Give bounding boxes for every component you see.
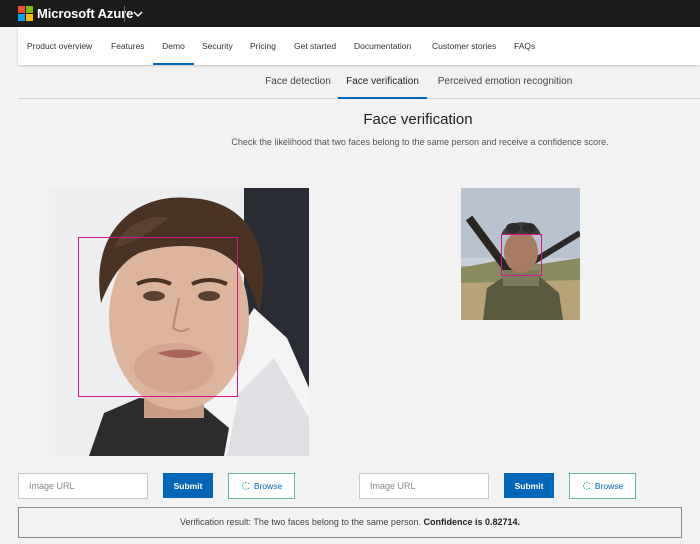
- page-title: Face verification: [363, 111, 473, 128]
- page-description: Check the likelihood that two faces belo…: [231, 137, 609, 147]
- nav-features[interactable]: Features: [111, 27, 145, 65]
- product-nav: Product overview Features Demo Security …: [18, 27, 700, 65]
- nav-product-overview[interactable]: Product overview: [27, 27, 92, 65]
- nav-customer-stories[interactable]: Customer stories: [432, 27, 496, 65]
- refresh-icon: [241, 481, 250, 490]
- chevron-down-icon[interactable]: [131, 7, 145, 21]
- refresh-icon: [582, 481, 591, 490]
- brand-name[interactable]: Microsoft Azure: [37, 6, 133, 21]
- right-browse-button[interactable]: Browse: [569, 473, 636, 499]
- top-bar: Microsoft Azure: [0, 0, 700, 27]
- right-face-image: [461, 188, 580, 320]
- verification-result: Verification result: The two faces belon…: [18, 507, 682, 538]
- nav-demo[interactable]: Demo: [153, 27, 194, 65]
- left-browse-label: Browse: [253, 481, 283, 491]
- demo-tabs: Face detection Face verification Perceiv…: [18, 67, 700, 99]
- right-browse-label: Browse: [594, 481, 624, 491]
- left-browse-button[interactable]: Browse: [228, 473, 295, 499]
- nav-documentation[interactable]: Documentation: [354, 27, 411, 65]
- nav-get-started[interactable]: Get started: [294, 27, 336, 65]
- right-submit-button[interactable]: Submit: [504, 473, 554, 498]
- result-text: Verification result: The two faces belon…: [179, 517, 424, 527]
- nav-faqs[interactable]: FAQs: [514, 27, 535, 65]
- tab-face-detection[interactable]: Face detection: [258, 67, 338, 99]
- left-face-image: [49, 188, 309, 456]
- microsoft-logo[interactable]: [18, 6, 33, 21]
- left-submit-button[interactable]: Submit: [163, 473, 213, 498]
- tab-perceived-emotion-recognition[interactable]: Perceived emotion recognition: [431, 67, 579, 99]
- right-face-box: [501, 234, 542, 276]
- brand-divider: [124, 6, 125, 22]
- tab-face-verification[interactable]: Face verification: [338, 67, 427, 99]
- nav-security[interactable]: Security: [202, 27, 233, 65]
- left-face-box: [78, 237, 238, 397]
- confidence-score: Confidence is 0.82714.: [423, 517, 521, 527]
- nav-pricing[interactable]: Pricing: [250, 27, 276, 65]
- right-image-url-input[interactable]: [359, 473, 489, 499]
- left-image-url-input[interactable]: [18, 473, 148, 499]
